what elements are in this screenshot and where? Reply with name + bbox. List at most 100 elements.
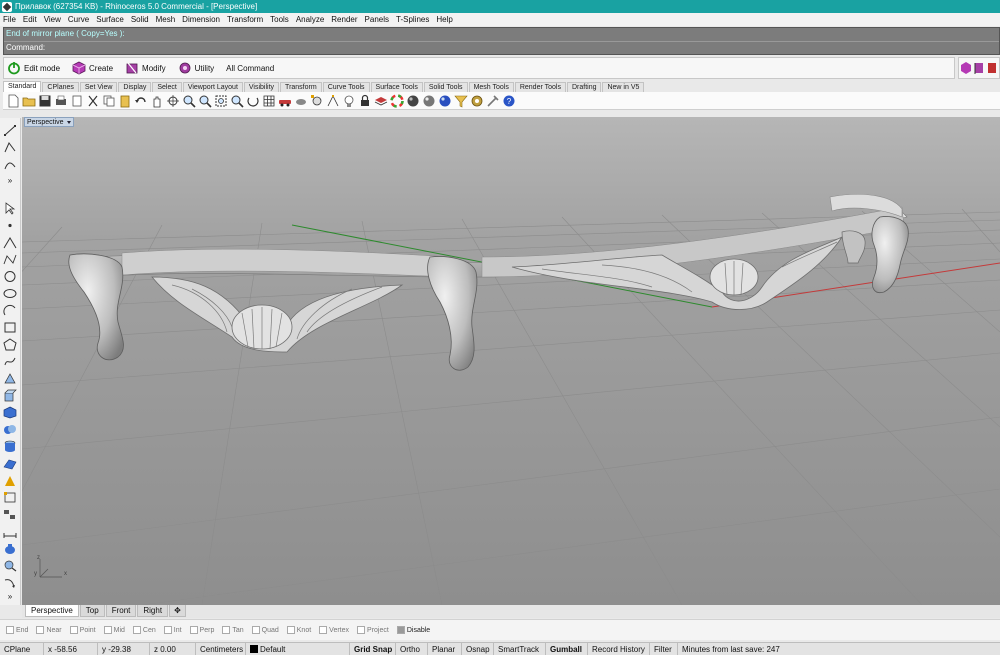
cylinder-icon[interactable] — [3, 440, 17, 453]
osnap-cen[interactable]: Cen — [132, 626, 156, 634]
render-teapot-icon[interactable] — [3, 542, 17, 555]
osnap-end[interactable]: End — [6, 626, 28, 634]
extrude-icon[interactable] — [3, 389, 17, 402]
zoom-extents-icon[interactable] — [214, 94, 228, 108]
curve-control-icon[interactable] — [3, 253, 17, 266]
tab-select[interactable]: Select — [152, 82, 182, 92]
transform-move-icon[interactable] — [3, 474, 17, 487]
help-icon[interactable]: ? — [502, 94, 516, 108]
status-gumball[interactable]: Gumball — [546, 642, 588, 655]
menu-curve[interactable]: Curve — [68, 15, 89, 24]
mesh-icon[interactable] — [3, 457, 17, 470]
surface-corner-icon[interactable] — [3, 372, 17, 385]
viewtab-right[interactable]: Right — [137, 605, 169, 617]
freeform-tool-icon[interactable] — [3, 355, 17, 368]
material-sphere-icon[interactable] — [406, 94, 420, 108]
status-cplane[interactable]: CPlane — [0, 642, 44, 655]
more-tools-chevron-icon[interactable]: » — [3, 592, 17, 605]
tab-solid-tools[interactable]: Solid Tools — [423, 82, 468, 92]
modify-button[interactable]: Modify — [125, 61, 166, 75]
save-icon[interactable] — [38, 94, 52, 108]
edit-points-icon[interactable] — [3, 491, 17, 504]
curve-tool-icon[interactable] — [3, 158, 17, 171]
dimension-icon[interactable] — [3, 525, 17, 538]
select-points-icon[interactable] — [310, 94, 324, 108]
osnap-quad[interactable]: Quad — [251, 626, 279, 634]
chevron-down-icon[interactable] — [66, 120, 71, 124]
tools-icon[interactable] — [486, 94, 500, 108]
tab-new-in-v5[interactable]: New in V5 — [602, 82, 645, 92]
polyline-tool-icon[interactable] — [3, 141, 17, 154]
menu-view[interactable]: View — [44, 15, 61, 24]
status-record-history[interactable]: Record History — [588, 642, 650, 655]
color-wheel-icon[interactable] — [390, 93, 404, 108]
rotate-view-icon[interactable] — [166, 94, 180, 108]
checkbox[interactable] — [396, 626, 405, 634]
checkbox[interactable] — [251, 626, 260, 634]
checkbox[interactable] — [286, 626, 295, 634]
checkbox[interactable] — [6, 626, 14, 634]
checkbox[interactable] — [319, 626, 328, 634]
viewport-canvas[interactable] — [22, 117, 1000, 605]
rectangle-tool-icon[interactable] — [3, 321, 17, 334]
command-prompt[interactable]: Command: — [6, 43, 45, 52]
menu-analyze[interactable]: Analyze — [296, 15, 324, 24]
circle-tool-icon[interactable] — [3, 270, 17, 283]
car-icon[interactable] — [278, 94, 292, 108]
panel-book-icon[interactable] — [986, 61, 998, 75]
perspective-viewport[interactable]: x y z Perspective — [22, 117, 1000, 605]
status-osnap[interactable]: Osnap — [462, 642, 494, 655]
osnap-int[interactable]: Int — [163, 626, 182, 634]
rhino-app-icon[interactable] — [2, 1, 12, 12]
analyze-icon[interactable] — [3, 559, 17, 572]
new-file-icon[interactable] — [6, 94, 20, 108]
tab-surface-tools[interactable]: Surface Tools — [370, 82, 423, 92]
checkbox[interactable] — [69, 626, 78, 634]
grid-icon[interactable] — [262, 94, 276, 108]
osnap-perp[interactable]: Perp — [189, 626, 214, 634]
zoom-selected-icon[interactable] — [230, 94, 244, 108]
utility-button[interactable]: Utility — [178, 61, 214, 75]
options-gear-icon[interactable] — [470, 94, 484, 108]
zoom-icon[interactable] — [182, 94, 196, 108]
add-viewport-icon[interactable]: ✥ — [169, 605, 186, 617]
tab-mesh-tools[interactable]: Mesh Tools — [468, 82, 514, 92]
array-icon[interactable] — [3, 508, 17, 521]
status-units[interactable]: Centimeters — [196, 642, 246, 655]
status-ortho[interactable]: Ortho — [396, 642, 428, 655]
status-smarttrack[interactable]: SmartTrack — [494, 642, 546, 655]
menu-help[interactable]: Help — [436, 15, 452, 24]
tab-set-view[interactable]: Set View — [79, 82, 118, 92]
checkbox[interactable] — [163, 626, 172, 634]
checkbox[interactable] — [132, 626, 141, 634]
render-sphere-icon[interactable] — [422, 94, 436, 108]
checkbox[interactable] — [36, 626, 45, 634]
osnap-project[interactable]: Project — [357, 626, 389, 634]
tab-cplanes[interactable]: CPlanes — [42, 82, 79, 92]
osnap-vertex[interactable]: Vertex — [319, 626, 349, 634]
status-layer[interactable]: Default — [246, 642, 350, 655]
osnap-disable[interactable]: Disable — [396, 626, 430, 634]
tab-curve-tools[interactable]: Curve Tools — [322, 82, 370, 92]
zoom-window-icon[interactable] — [198, 94, 212, 108]
cut-icon[interactable] — [86, 94, 100, 108]
osnap-mid[interactable]: Mid — [103, 626, 125, 634]
checkbox[interactable] — [103, 626, 112, 634]
polygon-line-icon[interactable] — [3, 236, 17, 249]
expand-chevron-icon[interactable]: » — [3, 176, 17, 189]
select-arrow-icon[interactable] — [3, 202, 17, 215]
polygon-tool-icon[interactable] — [3, 338, 17, 351]
osnap-point[interactable]: Point — [69, 626, 96, 634]
undo-view-icon[interactable] — [246, 94, 260, 108]
all-command-button[interactable]: All Command — [226, 64, 274, 73]
tab-render-tools[interactable]: Render Tools — [514, 82, 566, 92]
create-button[interactable]: Create — [72, 61, 113, 75]
menu-solid[interactable]: Solid — [131, 15, 149, 24]
layer-icon[interactable] — [374, 94, 388, 108]
menu-transform[interactable]: Transform — [227, 15, 263, 24]
menu-tsplines[interactable]: T-Splines — [396, 15, 429, 24]
osnap-tan[interactable]: Tan — [222, 626, 244, 634]
curve-arrow-icon[interactable] — [3, 576, 17, 589]
boolean-icon[interactable] — [3, 423, 17, 436]
checkbox[interactable] — [189, 626, 198, 634]
